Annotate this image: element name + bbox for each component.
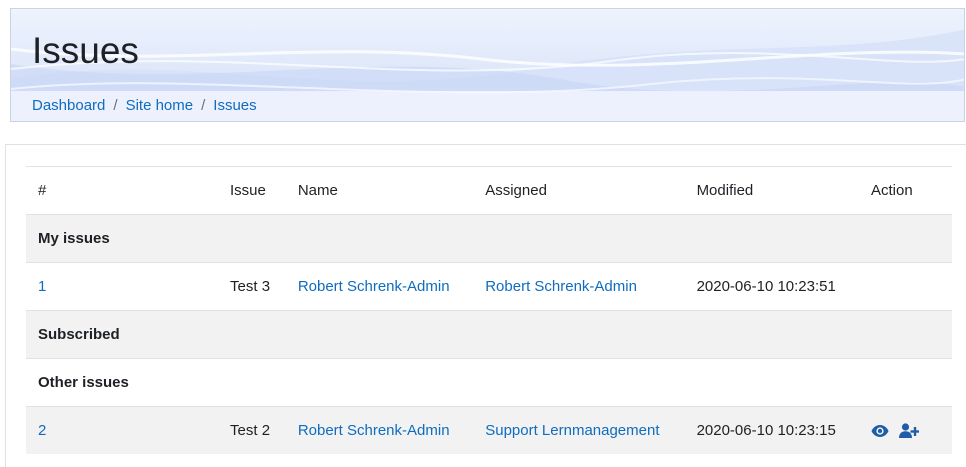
table-row: 2 Test 2 Robert Schrenk-Admin Support Le… — [26, 406, 952, 454]
group-label-other-issues: Other issues — [26, 358, 952, 407]
name-cell: Robert Schrenk-Admin — [285, 406, 474, 454]
breadcrumb-separator: / — [113, 97, 118, 114]
issues-table: # Issue Name Assigned Modified Action My… — [26, 166, 952, 454]
column-header-number: # — [26, 166, 219, 215]
breadcrumb-site-home[interactable]: Site home — [126, 96, 194, 116]
modified-cell: 2020-06-10 10:23:15 — [684, 406, 859, 454]
assigned-link[interactable]: Support Lernmanagement — [485, 422, 659, 439]
assigned-cell: Robert Schrenk-Admin — [473, 262, 685, 311]
issue-number-cell: 1 — [26, 262, 219, 311]
user-plus-icon[interactable] — [899, 423, 919, 438]
column-header-action: Action — [859, 166, 952, 215]
assigned-link[interactable]: Robert Schrenk-Admin — [485, 278, 637, 295]
breadcrumb: Dashboard / Site home / Issues — [32, 96, 257, 116]
column-header-name: Name — [285, 166, 474, 215]
group-label-my-issues: My issues — [26, 214, 952, 263]
column-header-assigned: Assigned — [473, 166, 685, 215]
breadcrumb-issues[interactable]: Issues — [213, 96, 256, 116]
page-title: Issues — [32, 30, 139, 71]
issue-number-cell: 2 — [26, 406, 219, 454]
name-link[interactable]: Robert Schrenk-Admin — [298, 422, 450, 439]
action-cell — [859, 406, 952, 454]
issue-number-link[interactable]: 2 — [38, 422, 46, 439]
table-row: 1 Test 3 Robert Schrenk-Admin Robert Sch… — [26, 262, 952, 311]
issue-title-cell: Test 3 — [218, 262, 286, 311]
table-header-row: # Issue Name Assigned Modified Action — [26, 166, 952, 215]
name-cell: Robert Schrenk-Admin — [285, 262, 474, 311]
eye-icon[interactable] — [871, 424, 889, 438]
row-actions — [871, 423, 940, 438]
assigned-cell: Support Lernmanagement — [473, 406, 685, 454]
group-row-my-issues: My issues — [26, 214, 952, 263]
group-label-subscribed: Subscribed — [26, 310, 952, 359]
modified-cell: 2020-06-10 10:23:51 — [684, 262, 859, 311]
column-header-issue: Issue — [218, 166, 286, 215]
page-header: Issues Dashboard / Site home / Issues — [10, 8, 965, 122]
name-link[interactable]: Robert Schrenk-Admin — [298, 278, 450, 295]
issue-title-cell: Test 2 — [218, 406, 286, 454]
breadcrumb-dashboard[interactable]: Dashboard — [32, 96, 105, 116]
column-header-modified: Modified — [684, 166, 859, 215]
action-cell — [859, 262, 952, 311]
issues-panel: # Issue Name Assigned Modified Action My… — [5, 144, 966, 467]
issue-number-link[interactable]: 1 — [38, 278, 46, 295]
breadcrumb-separator: / — [201, 97, 206, 114]
group-row-other-issues: Other issues — [26, 358, 952, 407]
group-row-subscribed: Subscribed — [26, 310, 952, 359]
